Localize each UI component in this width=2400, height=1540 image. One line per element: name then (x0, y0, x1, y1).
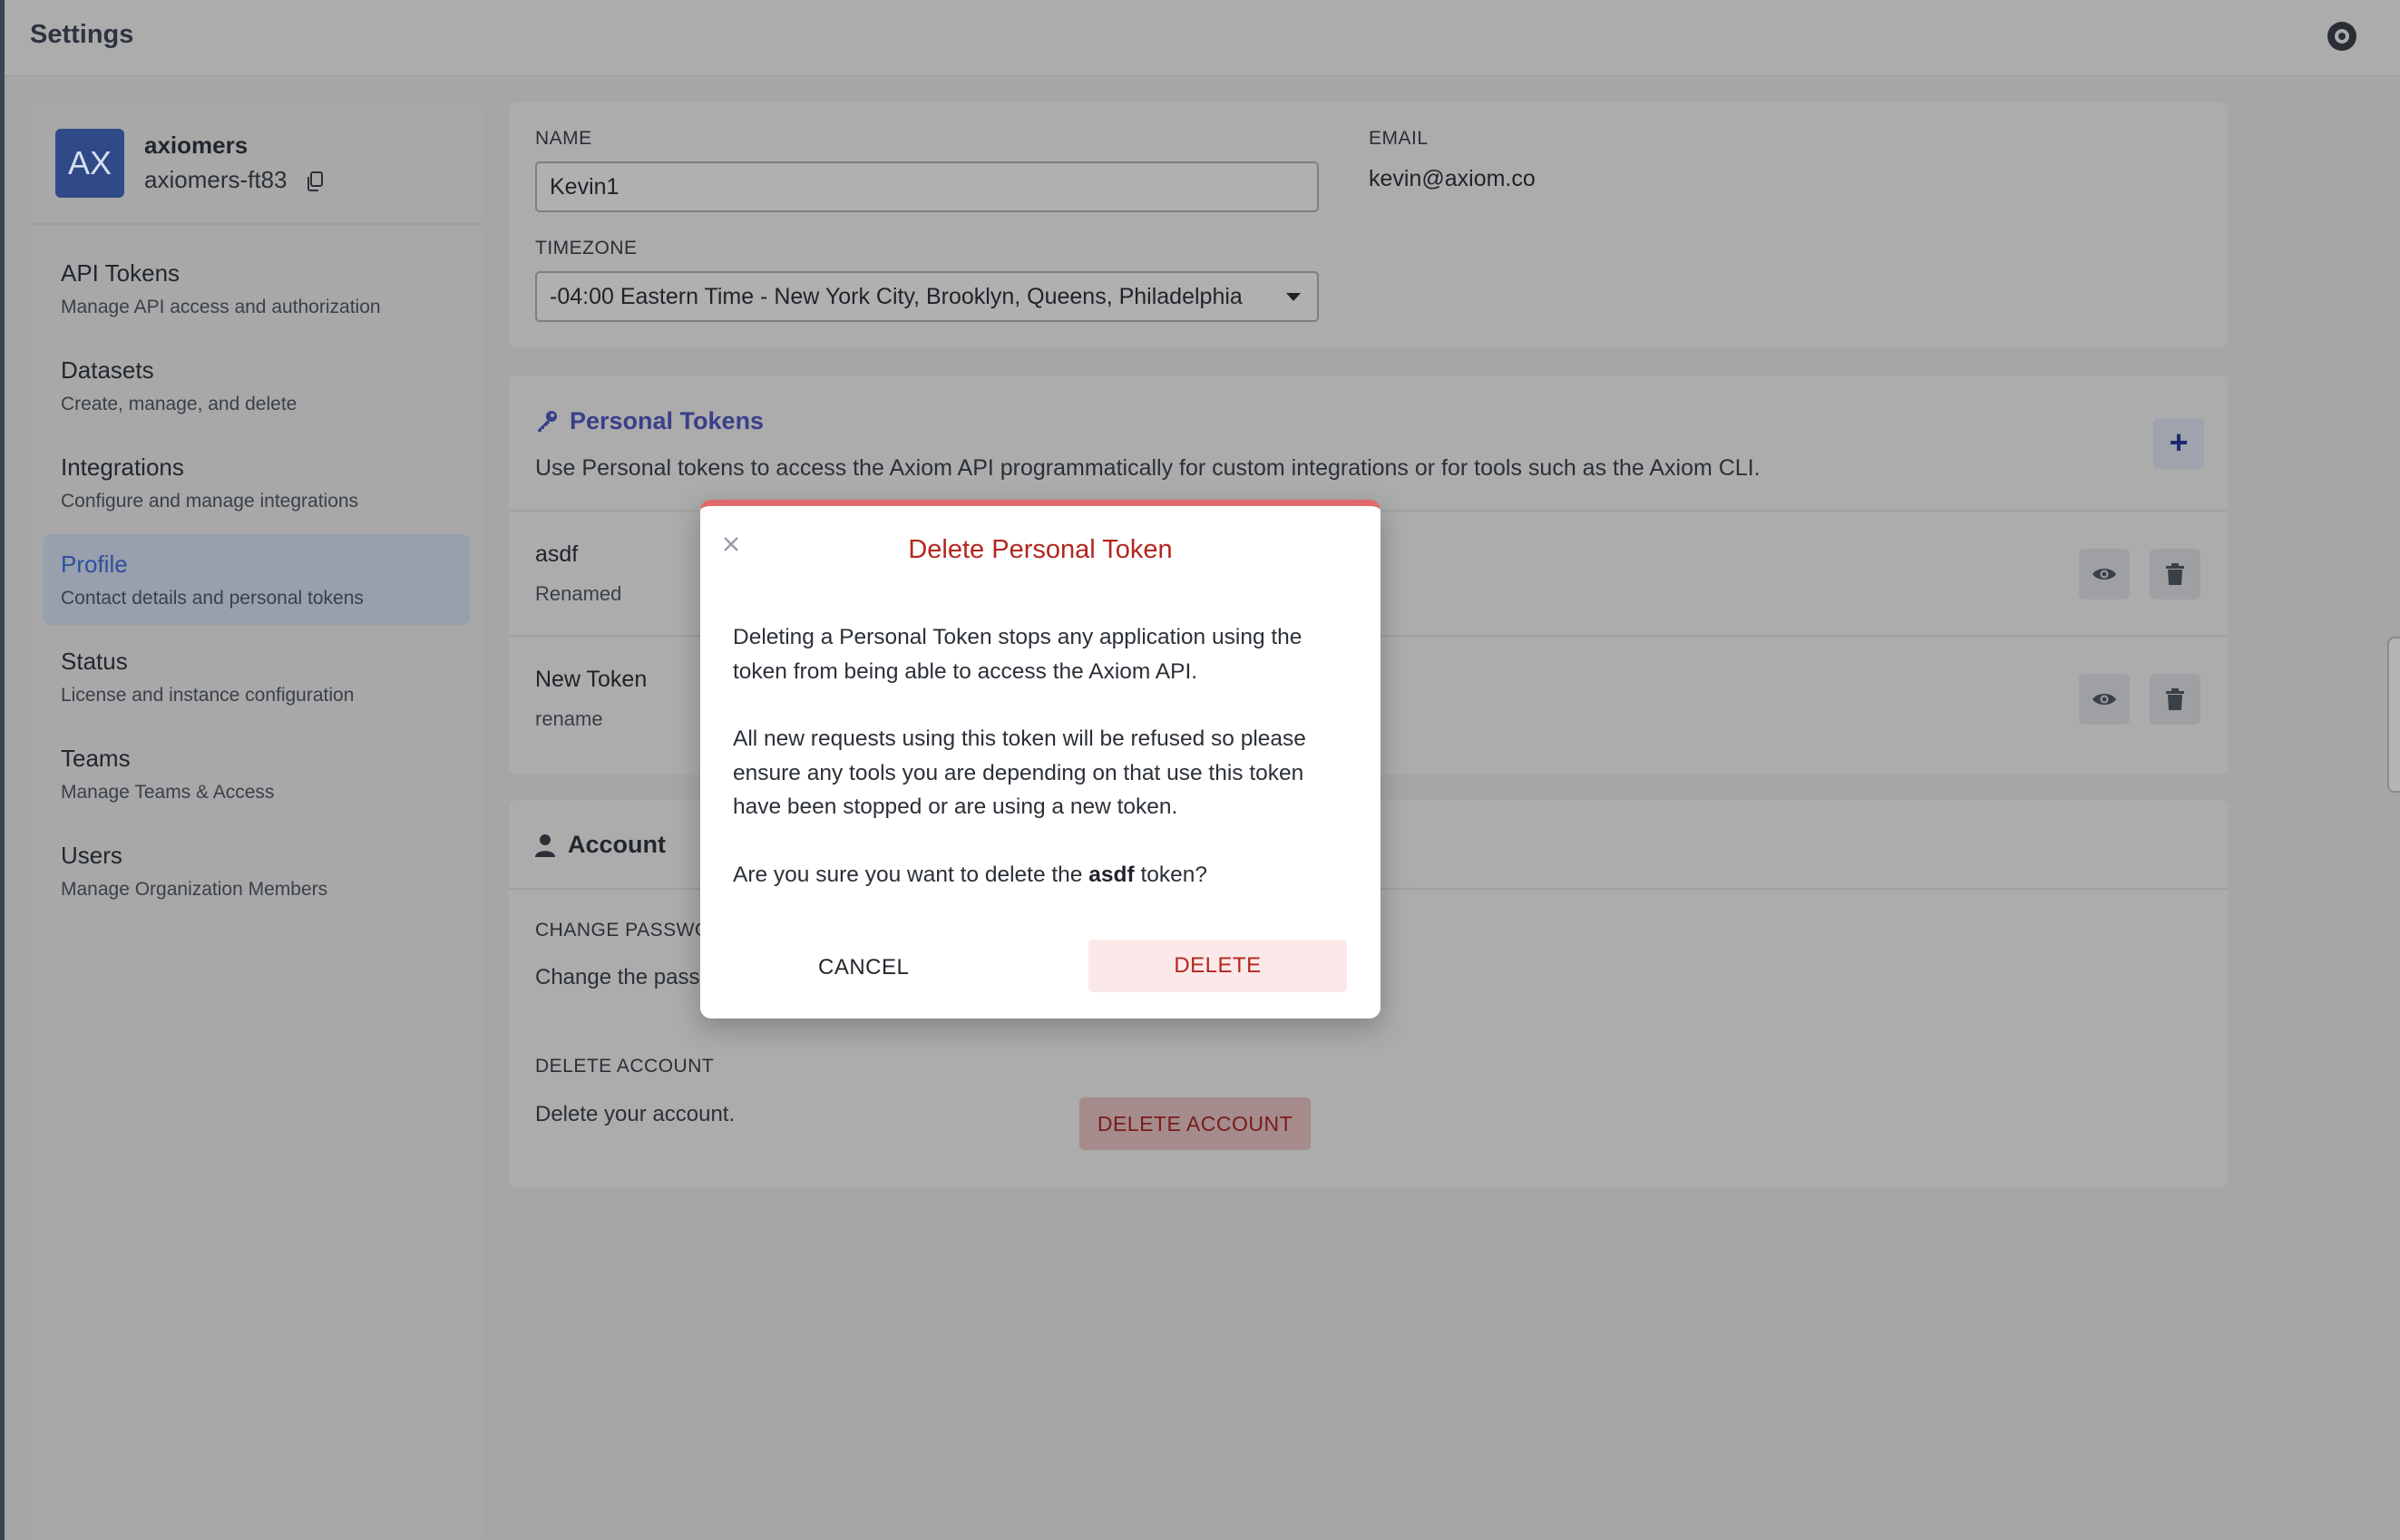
scroll-handle[interactable] (2387, 637, 2400, 793)
confirm-prefix: Are you sure you want to delete the (733, 862, 1089, 887)
sidebar-item-desc: License and instance configuration (61, 685, 355, 706)
delete-token-button[interactable] (2150, 674, 2200, 725)
sidebar-item-profile[interactable]: Profile Contact details and personal tok… (44, 534, 470, 625)
page-title: Settings (30, 20, 134, 49)
sidebar-item-desc: Manage API access and authorization (61, 297, 381, 317)
token-desc: rename (535, 707, 603, 730)
org-id: axiomers-ft83 (144, 166, 288, 193)
confirm-token-name: asdf (1088, 862, 1135, 887)
view-token-button[interactable] (2079, 674, 2130, 725)
modal-confirm-text: Are you sure you want to delete the asdf… (733, 858, 1350, 892)
delete-token-button[interactable] (2150, 549, 2200, 599)
sidebar-item-api-tokens[interactable]: API Tokens Manage API access and authori… (44, 243, 470, 334)
eye-icon (2093, 569, 2116, 580)
personal-tokens-description: Use Personal tokens to access the Axiom … (535, 455, 1761, 481)
sidebar: AX axiomers axiomers-ft83 API Tokens Man… (30, 102, 483, 1540)
sidebar-item-desc: Create, manage, and delete (61, 394, 298, 414)
view-token-button[interactable] (2079, 549, 2130, 599)
eye-icon (2093, 694, 2116, 705)
sidebar-nav: API Tokens Manage API access and authori… (44, 243, 470, 922)
sidebar-item-datasets[interactable]: Datasets Create, manage, and delete (44, 340, 470, 431)
name-label: NAME (535, 128, 592, 149)
chevron-down-icon (1286, 293, 1301, 301)
name-input[interactable]: Kevin1 (535, 161, 1319, 212)
cancel-button[interactable]: CANCEL (818, 955, 909, 980)
delete-account-text: Delete your account. (535, 1102, 736, 1126)
left-edge-strip (0, 0, 5, 1540)
sidebar-item-desc: Manage Teams & Access (61, 782, 275, 803)
email-label: EMAIL (1369, 128, 1429, 149)
personal-tokens-title: Personal Tokens (570, 406, 765, 434)
org-avatar: AX (55, 129, 124, 198)
profile-panel: NAME Kevin1 EMAIL kevin@axiom.co TIMEZON… (509, 102, 2228, 348)
modal-title: Delete Personal Token (908, 535, 1173, 564)
timezone-select[interactable]: -04:00 Eastern Time - New York City, Bro… (535, 271, 1319, 322)
delete-account-button[interactable]: DELETE ACCOUNT (1079, 1097, 1311, 1150)
personal-tokens-heading: Personal Tokens (535, 405, 764, 436)
sidebar-item-label: API Tokens (61, 259, 180, 287)
sidebar-item-label: Teams (61, 745, 131, 772)
sidebar-item-status[interactable]: Status License and instance configuratio… (44, 631, 470, 722)
key-icon (538, 411, 557, 432)
copy-icon[interactable] (307, 171, 323, 191)
sidebar-item-desc: Manage Organization Members (61, 879, 328, 900)
sidebar-item-teams[interactable]: Teams Manage Teams & Access (44, 728, 470, 819)
help-lifebuoy-icon[interactable] (2327, 22, 2356, 51)
sidebar-item-label: Profile (61, 551, 128, 578)
confirm-suffix: token? (1134, 862, 1208, 887)
sidebar-item-label: Integrations (61, 453, 184, 481)
change-password-label: CHANGE PASSWO (535, 920, 710, 941)
account-heading: Account (535, 831, 666, 859)
settings-header: Settings (5, 0, 2400, 76)
sidebar-item-desc: Contact details and personal tokens (61, 588, 364, 609)
modal-paragraph: Deleting a Personal Token stops any appl… (733, 625, 1302, 684)
sidebar-item-label: Datasets (61, 356, 154, 384)
sidebar-item-users[interactable]: Users Manage Organization Members (44, 825, 470, 916)
token-name: asdf (535, 541, 579, 567)
sidebar-item-label: Users (61, 842, 122, 869)
add-token-button[interactable]: + (2153, 418, 2204, 469)
timezone-label: TIMEZONE (535, 238, 638, 258)
delete-button[interactable]: DELETE (1088, 940, 1347, 992)
change-password-text: Change the pass (535, 965, 700, 989)
sidebar-item-desc: Configure and manage integrations (61, 491, 359, 512)
trash-icon (2166, 688, 2184, 710)
sidebar-item-integrations[interactable]: Integrations Configure and manage integr… (44, 437, 470, 528)
trash-icon (2166, 563, 2184, 585)
org-name: axiomers (144, 132, 249, 159)
delete-account-label: DELETE ACCOUNT (535, 1056, 715, 1077)
org-header: AX axiomers axiomers-ft83 (30, 102, 483, 225)
timezone-value: -04:00 Eastern Time - New York City, Bro… (550, 284, 1243, 309)
account-title: Account (568, 831, 666, 858)
sidebar-item-label: Status (61, 648, 128, 675)
user-icon (535, 833, 555, 857)
token-desc: Renamed (535, 582, 622, 605)
modal-paragraph: All new requests using this token will b… (733, 726, 1306, 819)
email-value: kevin@axiom.co (1369, 166, 1536, 191)
token-name: New Token (535, 667, 648, 692)
delete-token-modal: Delete Personal Token Deleting a Persona… (700, 500, 1380, 1019)
modal-body: Deleting a Personal Token stops any appl… (733, 620, 1350, 925)
